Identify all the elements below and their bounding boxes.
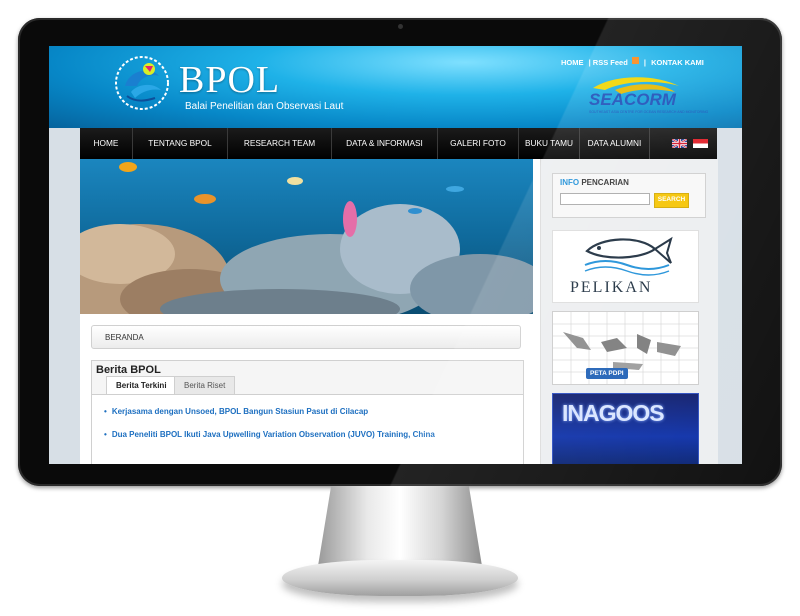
news-list: Kerjasama dengan Unsoed, BPOL Bangun Sta…	[92, 394, 523, 464]
indonesia-flag-icon[interactable]	[693, 139, 708, 148]
toplink-separator: |	[643, 58, 646, 67]
toplink-contact[interactable]: KONTAK KAMI	[651, 58, 704, 67]
search-title-rest: PENCARIAN	[579, 178, 629, 187]
pelikan-banner[interactable]: PELIKAN	[552, 230, 699, 303]
screen: BPOL Balai Penelitian dan Observasi Laut…	[49, 46, 742, 464]
top-links: HOME | RSS Feed | KONTAK KAMI	[561, 57, 707, 67]
search-title-highlight: INFO	[560, 178, 580, 187]
site-logo-title[interactable]: BPOL	[179, 61, 280, 99]
search-input[interactable]	[560, 193, 650, 205]
tab-berita-riset[interactable]: Berita Riset	[174, 376, 236, 396]
toplink-rss[interactable]: | RSS Feed	[588, 57, 639, 67]
seacorm-logo-text: SEACORM	[589, 90, 676, 109]
bpol-logo-icon	[115, 56, 169, 110]
news-panel: Berita BPOL Berita Terkini Berita Riset …	[91, 360, 524, 464]
nav-item-data-alumni[interactable]: DATA ALUMNI	[580, 128, 650, 159]
uk-flag-icon[interactable]	[672, 139, 687, 148]
site-header: BPOL Balai Penelitian dan Observasi Laut…	[49, 46, 742, 128]
nav-item-data-informasi[interactable]: DATA & INFORMASI	[332, 128, 438, 159]
news-panel-title: Berita BPOL	[96, 364, 161, 376]
nav-item-buku-tamu[interactable]: BUKU TAMU	[519, 128, 580, 159]
news-item-1[interactable]: Kerjasama dengan Unsoed, BPOL Bangun Sta…	[104, 407, 368, 416]
inagoos-banner[interactable]: INAGOOS	[552, 393, 699, 464]
news-item-2[interactable]: Dua Peneliti BPOL Ikuti Java Upwelling V…	[104, 430, 435, 439]
search-button[interactable]: SEARCH	[654, 193, 689, 208]
monitor-base	[282, 560, 518, 596]
search-panel: INFO PENCARIAN SEARCH	[552, 173, 706, 218]
seacorm-tagline: SOUTHEAST ASIA CENTRE FOR OCEAN RESEARCH…	[589, 110, 709, 114]
inagoos-label: INAGOOS	[562, 400, 665, 426]
main-nav: HOME TENTANG BPOL RESEARCH TEAM DATA & I…	[80, 128, 717, 159]
nav-item-tentang-bpol[interactable]: TENTANG BPOL	[133, 128, 228, 159]
fish-icon	[584, 236, 673, 276]
tab-berita-terkini[interactable]: Berita Terkini	[106, 376, 177, 396]
sidebar: INFO PENCARIAN SEARCH PELIKAN PETA PDPI …	[540, 159, 718, 464]
rss-icon	[631, 57, 639, 64]
site-logo-subtitle: Balai Penelitian dan Observasi Laut	[185, 101, 344, 112]
search-panel-title: INFO PENCARIAN	[560, 178, 629, 187]
nav-item-home[interactable]: HOME	[80, 128, 133, 159]
coral-reef-banner	[80, 159, 533, 314]
monitor-frame: BPOL Balai Penelitian dan Observasi Laut…	[18, 18, 782, 486]
monitor-stand	[318, 486, 482, 566]
nav-item-research-team[interactable]: RESEARCH TEAM	[228, 128, 332, 159]
peta-pdpi-banner[interactable]: PETA PDPI	[552, 311, 699, 385]
toplink-rss-label: | RSS Feed	[588, 58, 628, 67]
webcam-icon	[398, 24, 403, 29]
main-content: BERANDA Berita BPOL Berita Terkini Berit…	[80, 159, 718, 464]
breadcrumb[interactable]: BERANDA	[91, 325, 521, 349]
peta-pdpi-label: PETA PDPI	[586, 368, 628, 379]
pelikan-label: PELIKAN	[570, 279, 653, 296]
toplink-home[interactable]: HOME	[561, 58, 584, 67]
nav-item-galeri-foto[interactable]: GALERI FOTO	[438, 128, 519, 159]
